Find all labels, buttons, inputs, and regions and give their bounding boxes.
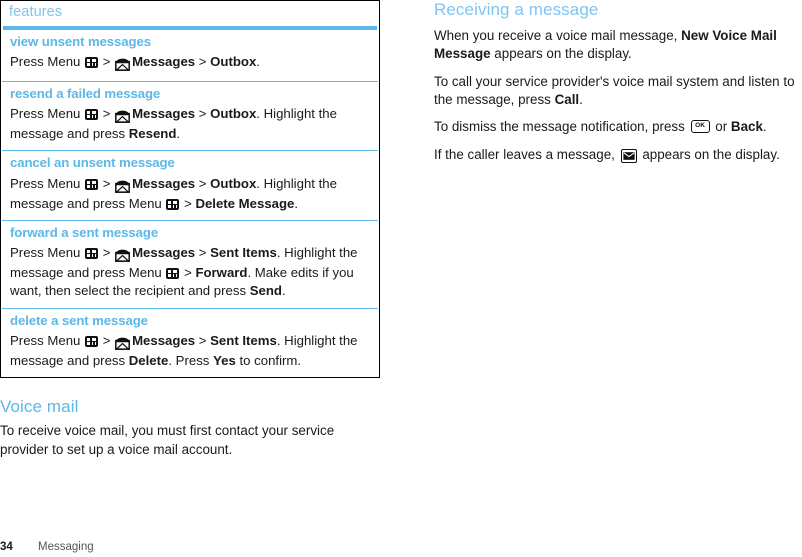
feature-row-body: Press Menu > Messages > Outbox. Highligh… bbox=[10, 106, 337, 142]
messages-envelope-icon bbox=[114, 177, 132, 195]
emphasis-text: Messages bbox=[132, 333, 196, 349]
emphasis-text: Outbox bbox=[210, 54, 257, 70]
feature-row-title: view unsent messages bbox=[10, 33, 151, 49]
emphasis-text: Delete bbox=[128, 353, 169, 369]
page-footer: 34 Messaging bbox=[0, 541, 382, 553]
messages-envelope-icon bbox=[114, 334, 132, 352]
messages-envelope-icon bbox=[114, 246, 132, 264]
feature-row-body: Press Menu > Messages > Sent Items. High… bbox=[10, 245, 358, 299]
feature-row-title: cancel an unsent message bbox=[10, 155, 175, 171]
feature-row: forward a sent message Press Menu > Messa… bbox=[1, 221, 379, 308]
emphasis-text: Resend bbox=[128, 126, 177, 142]
messages-envelope-icon bbox=[114, 107, 132, 125]
menu-key-icon bbox=[85, 109, 99, 121]
emphasis-text: Yes bbox=[213, 353, 236, 369]
feature-row: resend a failed message Press Menu > Mess… bbox=[1, 82, 379, 151]
voice-mail-paragraphs: To receive voice mail, you must first co… bbox=[0, 422, 382, 459]
feature-row-body: Press Menu > Messages > Outbox. bbox=[10, 53, 370, 73]
ok-key-icon: OK bbox=[690, 120, 710, 134]
menu-key-icon bbox=[166, 268, 180, 280]
emphasis-text: Messages bbox=[132, 245, 196, 261]
voice-mail-section: Voice mail To receive voice mail, you mu… bbox=[0, 397, 382, 459]
chapter-name: Messaging bbox=[38, 541, 94, 553]
paragraph: To receive voice mail, you must first co… bbox=[0, 423, 335, 457]
paragraph: To call your service provider's voice ma… bbox=[434, 73, 795, 108]
feature-row: cancel an unsent message Press Menu > Mes… bbox=[1, 151, 379, 220]
features-table-rows: view unsent messages Press Menu > Message… bbox=[1, 30, 379, 377]
paragraph: If the caller leaves a message, appears … bbox=[434, 146, 802, 166]
page-number: 34 bbox=[0, 541, 13, 553]
emphasis-text: Sent Items bbox=[210, 333, 277, 349]
voicemail-envelope-icon bbox=[619, 148, 639, 166]
emphasis-text: Call bbox=[554, 92, 580, 108]
emphasis-text: Back bbox=[730, 119, 763, 135]
feature-row: view unsent messages Press Menu > Message… bbox=[1, 30, 379, 81]
menu-key-icon bbox=[85, 336, 99, 348]
emphasis-text: Send bbox=[249, 283, 282, 299]
paragraph: When you receive a voice mail message, N… bbox=[434, 28, 777, 62]
menu-key-icon bbox=[85, 178, 99, 190]
manual-page: features view unsent messages Press Menu … bbox=[0, 0, 802, 557]
emphasis-text: Sent Items bbox=[210, 245, 277, 261]
feature-row-title: resend a failed message bbox=[10, 85, 161, 101]
menu-key-icon bbox=[85, 57, 99, 69]
receiving-message-heading: Receiving a message bbox=[434, 0, 599, 19]
feature-row-body: Press Menu > Messages > Outbox. Highligh… bbox=[10, 175, 337, 211]
receiving-message-paragraphs: When you receive a voice mail message, N… bbox=[434, 27, 802, 166]
left-column: features view unsent messages Press Menu … bbox=[0, 0, 382, 468]
emphasis-text: Delete Message bbox=[195, 195, 295, 211]
feature-row: delete a sent message Press Menu > Messag… bbox=[1, 309, 379, 378]
emphasis-text: Messages bbox=[132, 175, 196, 191]
emphasis-text: New Voice Mail Message bbox=[434, 28, 777, 62]
emphasis-text: Outbox bbox=[210, 106, 257, 122]
feature-row-body: Press Menu > Messages > Sent Items. High… bbox=[10, 333, 358, 369]
menu-key-icon bbox=[85, 248, 99, 260]
emphasis-text: Outbox bbox=[210, 175, 257, 191]
features-table-header: features bbox=[9, 4, 63, 20]
right-column: Receiving a message When you receive a v… bbox=[434, 0, 802, 175]
menu-key-icon bbox=[166, 198, 180, 210]
feature-row-title: delete a sent message bbox=[10, 312, 148, 328]
features-table: features view unsent messages Press Menu … bbox=[0, 0, 380, 379]
feature-row-title: forward a sent message bbox=[10, 224, 159, 240]
emphasis-text: Messages bbox=[132, 106, 196, 122]
emphasis-text: Messages bbox=[132, 54, 196, 70]
paragraph: To dismiss the message notification, pre… bbox=[434, 119, 767, 135]
messages-envelope-icon bbox=[114, 55, 132, 73]
emphasis-text: Forward bbox=[195, 265, 248, 281]
voice-mail-heading: Voice mail bbox=[0, 397, 79, 417]
